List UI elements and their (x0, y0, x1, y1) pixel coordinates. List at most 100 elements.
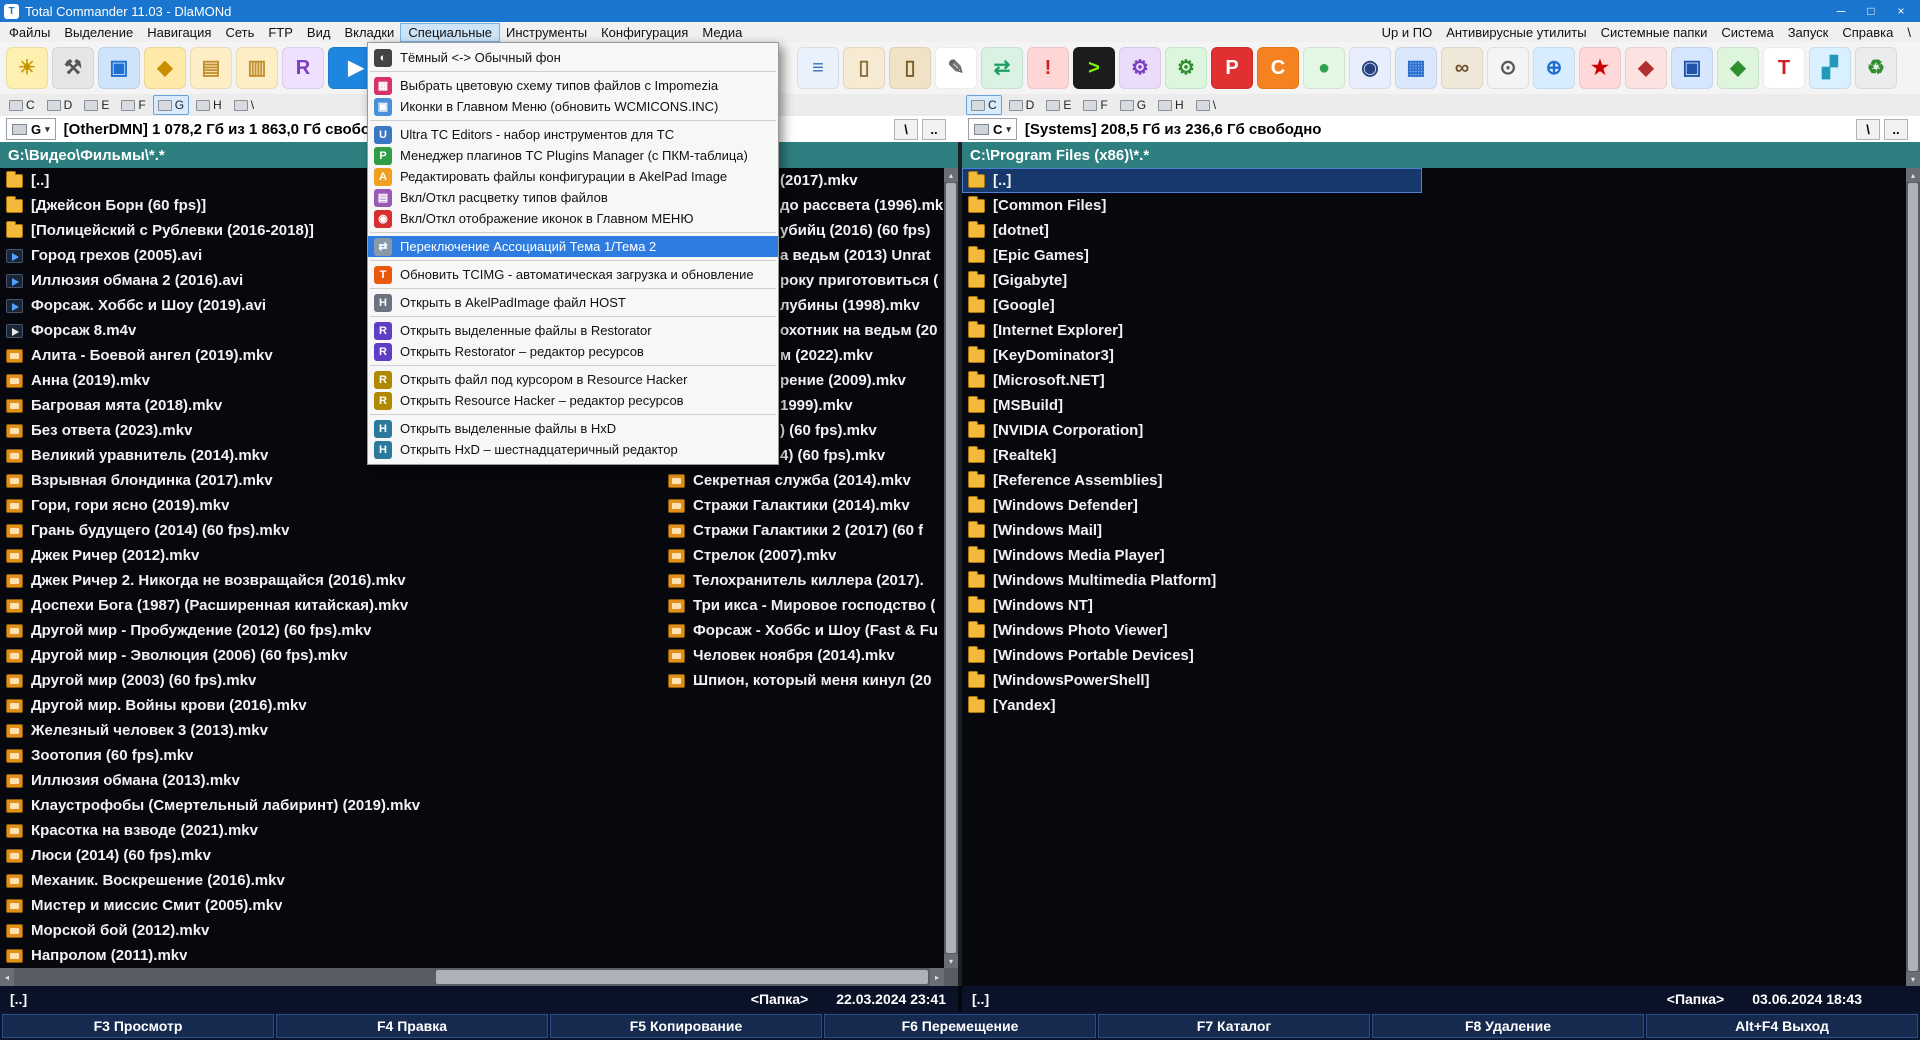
function-button-f7[interactable]: F7 Каталог (1098, 1014, 1370, 1038)
red-shield-icon[interactable]: ◆ (1625, 47, 1667, 89)
right-drive-combo[interactable]: C ▾ (968, 118, 1017, 140)
special-menu-item-0[interactable]: ◐Тёмный <-> Обычный фон (368, 47, 778, 68)
file-row[interactable]: Механик. Воскрешение (2016).mkv (0, 868, 664, 893)
file-row[interactable]: [Reference Assemblies] (962, 468, 1906, 493)
menubar-right-item-4[interactable]: Запуск (1781, 24, 1836, 41)
function-button-f5[interactable]: F5 Копирование (550, 1014, 822, 1038)
special-menu-item-10[interactable]: HОткрыть в AkelPadImage файл HOST (368, 292, 778, 313)
menubar-item-7[interactable]: Специальные (401, 24, 499, 41)
monitor-network-icon[interactable]: ▣ (1671, 47, 1713, 89)
folder-tools-icon[interactable]: ▥ (236, 47, 278, 89)
function-button-f3[interactable]: F3 Просмотр (2, 1014, 274, 1038)
file-row[interactable]: [Windows Media Player] (962, 543, 1906, 568)
scroll-thumb[interactable] (436, 970, 928, 984)
file-row[interactable]: [KeyDominator3] (962, 343, 1906, 368)
special-menu-item-14[interactable]: RОткрыть Resource Hacker – редактор ресу… (368, 390, 778, 411)
file-row[interactable]: Джек Ричер (2012).mkv (0, 543, 664, 568)
file-row[interactable]: [Windows Multimedia Platform] (962, 568, 1906, 593)
file-row[interactable]: Железный человек 3 (2013).mkv (0, 718, 664, 743)
special-menu-item-13[interactable]: RОткрыть файл под курсором в Resource Ha… (368, 369, 778, 390)
drive-button-left-F[interactable]: F (116, 95, 150, 115)
special-menu-item-4[interactable]: PМенеджер плагинов TC Plugins Manager (с… (368, 145, 778, 166)
file-row[interactable]: [WindowsPowerShell] (962, 668, 1906, 693)
drive-button-left-E[interactable]: E (79, 95, 114, 115)
recycle-bin-icon[interactable]: ♻ (1855, 47, 1897, 89)
copy-folder-icon[interactable]: ▤ (190, 47, 232, 89)
file-row[interactable]: [dotnet] (962, 218, 1906, 243)
menubar-right-item-2[interactable]: Системные папки (1594, 24, 1715, 41)
file-row[interactable]: Стражи Галактики 2 (2017) (60 f (664, 518, 944, 543)
menubar-right-item-5[interactable]: Справка (1835, 24, 1900, 41)
file-row[interactable]: [Windows Photo Viewer] (962, 618, 1906, 643)
menubar-item-0[interactable]: Файлы (2, 24, 57, 41)
drive-button-right-C[interactable]: C (966, 95, 1002, 115)
file-search-icon[interactable]: ⊙ (1487, 47, 1529, 89)
special-menu-item-6[interactable]: ▤Вкл/Откл расцветку типов файлов (368, 187, 778, 208)
file-row[interactable]: Люси (2014) (60 fps).mkv (0, 843, 664, 868)
special-menu-item-2[interactable]: ▣Иконки в Главном Меню (обновить WCMICON… (368, 96, 778, 117)
file-row[interactable]: [Gigabyte] (962, 268, 1906, 293)
menubar-item-2[interactable]: Навигация (140, 24, 218, 41)
file-row[interactable]: Зоотопия (60 fps).mkv (0, 743, 664, 768)
function-button-alt-f4[interactable]: Alt+F4 Выход (1646, 1014, 1918, 1038)
menubar-item-10[interactable]: Медиа (695, 24, 749, 41)
drive-button-right-G[interactable]: G (1115, 95, 1151, 115)
file-row[interactable]: Стрелок (2007).mkv (664, 543, 944, 568)
puzzle-icon[interactable]: ▞ (1809, 47, 1851, 89)
eye-icon[interactable]: ◉ (1349, 47, 1391, 89)
scroll-down-arrow-icon[interactable]: ▾ (944, 954, 958, 968)
ccleaner-icon[interactable]: C (1257, 47, 1299, 89)
special-menu-item-15[interactable]: HОткрыть выделенные файлы в HxD (368, 418, 778, 439)
drive-button-right-E[interactable]: E (1041, 95, 1076, 115)
scroll-left-arrow-icon[interactable]: ◂ (0, 968, 14, 986)
scroll-down-arrow-icon[interactable]: ▾ (1906, 972, 1920, 986)
globe-icon[interactable]: ⊕ (1533, 47, 1575, 89)
special-menu-item-1[interactable]: ▦Выбрать цветовую схему типов файлов с I… (368, 75, 778, 96)
menubar-right-item-1[interactable]: Антивирусные утилиты (1439, 24, 1593, 41)
file-row[interactable]: Форсаж - Хоббс и Шоу (Fast & Fu (664, 618, 944, 643)
menubar-backslash-item[interactable]: \ (1900, 24, 1918, 41)
function-button-f8[interactable]: F8 Удаление (1372, 1014, 1644, 1038)
green-sphere-icon[interactable]: ● (1303, 47, 1345, 89)
scroll-thumb[interactable] (1908, 183, 1918, 971)
drive-button-right-F[interactable]: F (1078, 95, 1112, 115)
swap-panels-icon[interactable]: ⇄ (981, 47, 1023, 89)
gears-green-icon[interactable]: ⚙ (1165, 47, 1207, 89)
scroll-right-arrow-icon[interactable]: ▸ (930, 968, 944, 986)
right-up-button[interactable]: .. (1884, 119, 1908, 140)
left-up-button[interactable]: .. (922, 119, 946, 140)
special-menu-item-12[interactable]: RОткрыть Restorator – редактор ресурсов (368, 341, 778, 362)
menubar-item-9[interactable]: Конфигурация (594, 24, 695, 41)
table-view-icon[interactable]: ▦ (1395, 47, 1437, 89)
file-row[interactable]: [Windows NT] (962, 593, 1906, 618)
file-row[interactable]: Другой мир. Войны крови (2016).mkv (0, 693, 664, 718)
file-row[interactable]: Другой мир (2003) (60 fps).mkv (0, 668, 664, 693)
drive-button-right-D[interactable]: D (1004, 95, 1040, 115)
file-row[interactable]: [Windows Defender] (962, 493, 1906, 518)
gamepad-icon[interactable]: ◆ (1717, 47, 1759, 89)
left-root-button[interactable]: \ (894, 119, 918, 140)
file-row[interactable]: [..] (962, 168, 1422, 193)
drive-button-left-G[interactable]: G (153, 95, 189, 115)
right-root-button[interactable]: \ (1856, 119, 1880, 140)
file-row[interactable]: Напролом (2011).mkv (0, 943, 664, 968)
monitor-icon[interactable]: ▣ (98, 47, 140, 89)
menubar-right-item-3[interactable]: Система (1714, 24, 1780, 41)
file-row[interactable]: [Microsoft.NET] (962, 368, 1906, 393)
scroll-up-arrow-icon[interactable]: ▴ (1906, 168, 1920, 182)
scroll-up-arrow-icon[interactable]: ▴ (944, 168, 958, 182)
file-row[interactable]: [MSBuild] (962, 393, 1906, 418)
file-row[interactable]: Морской бой (2012).mkv (0, 918, 664, 943)
menubar-item-4[interactable]: FTP (261, 24, 300, 41)
right-path-header[interactable]: C:\Program Files (x86)\*.* (962, 142, 1920, 168)
file-row[interactable]: Доспехи Бога (1987) (Расширенная китайск… (0, 593, 664, 618)
file-row[interactable]: [Windows Mail] (962, 518, 1906, 543)
left-drive-combo[interactable]: G ▾ (6, 118, 56, 140)
special-menu-item-11[interactable]: RОткрыть выделенные файлы в Restorator (368, 320, 778, 341)
special-menu-item-8[interactable]: ⇄Переключение Ассоциаций Тема 1/Тема 2 (368, 236, 778, 257)
file-row[interactable]: Стражи Галактики (2014).mkv (664, 493, 944, 518)
file-row[interactable]: Красотка на взводе (2021).mkv (0, 818, 664, 843)
special-menu-item-16[interactable]: HОткрыть HxD – шестнадцатеричный редакто… (368, 439, 778, 460)
file-row[interactable]: [Windows Portable Devices] (962, 643, 1906, 668)
winrar-icon[interactable]: R (282, 47, 324, 89)
